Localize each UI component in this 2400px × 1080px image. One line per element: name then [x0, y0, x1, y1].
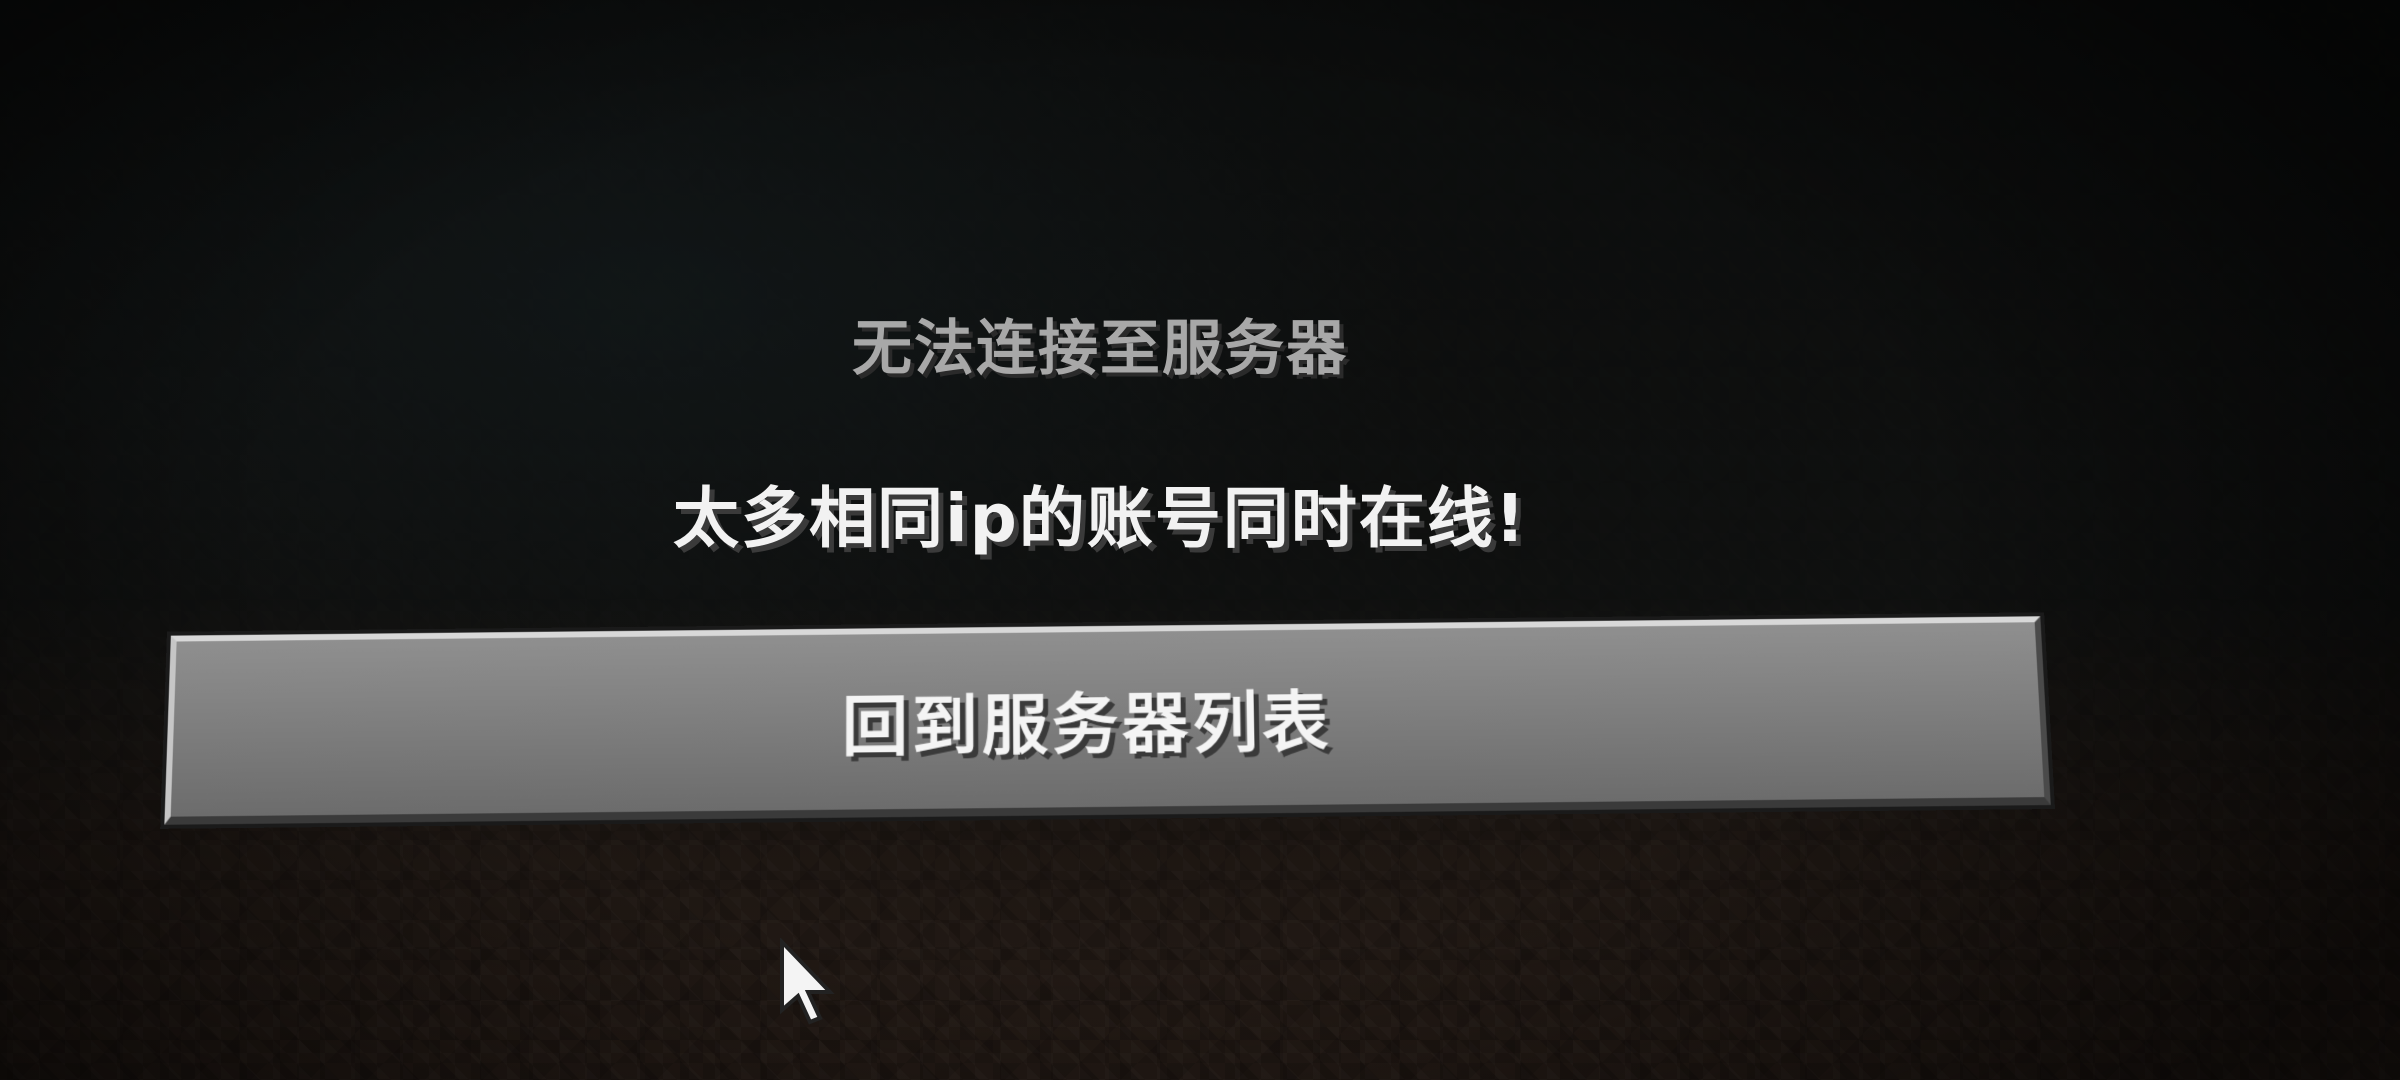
- back-to-server-list-button[interactable]: 回到服务器列表: [164, 616, 2051, 825]
- disconnect-title: 无法连接至服务器: [852, 314, 1348, 384]
- disconnect-screen: 无法连接至服务器 太多相同ip的账号同时在线! 回到服务器列表: [0, 0, 2400, 1080]
- back-to-server-list-label: 回到服务器列表: [841, 683, 1333, 766]
- mouse-pointer-icon: [780, 938, 835, 1025]
- disconnect-reason: 太多相同ip的账号同时在线!: [673, 480, 1527, 557]
